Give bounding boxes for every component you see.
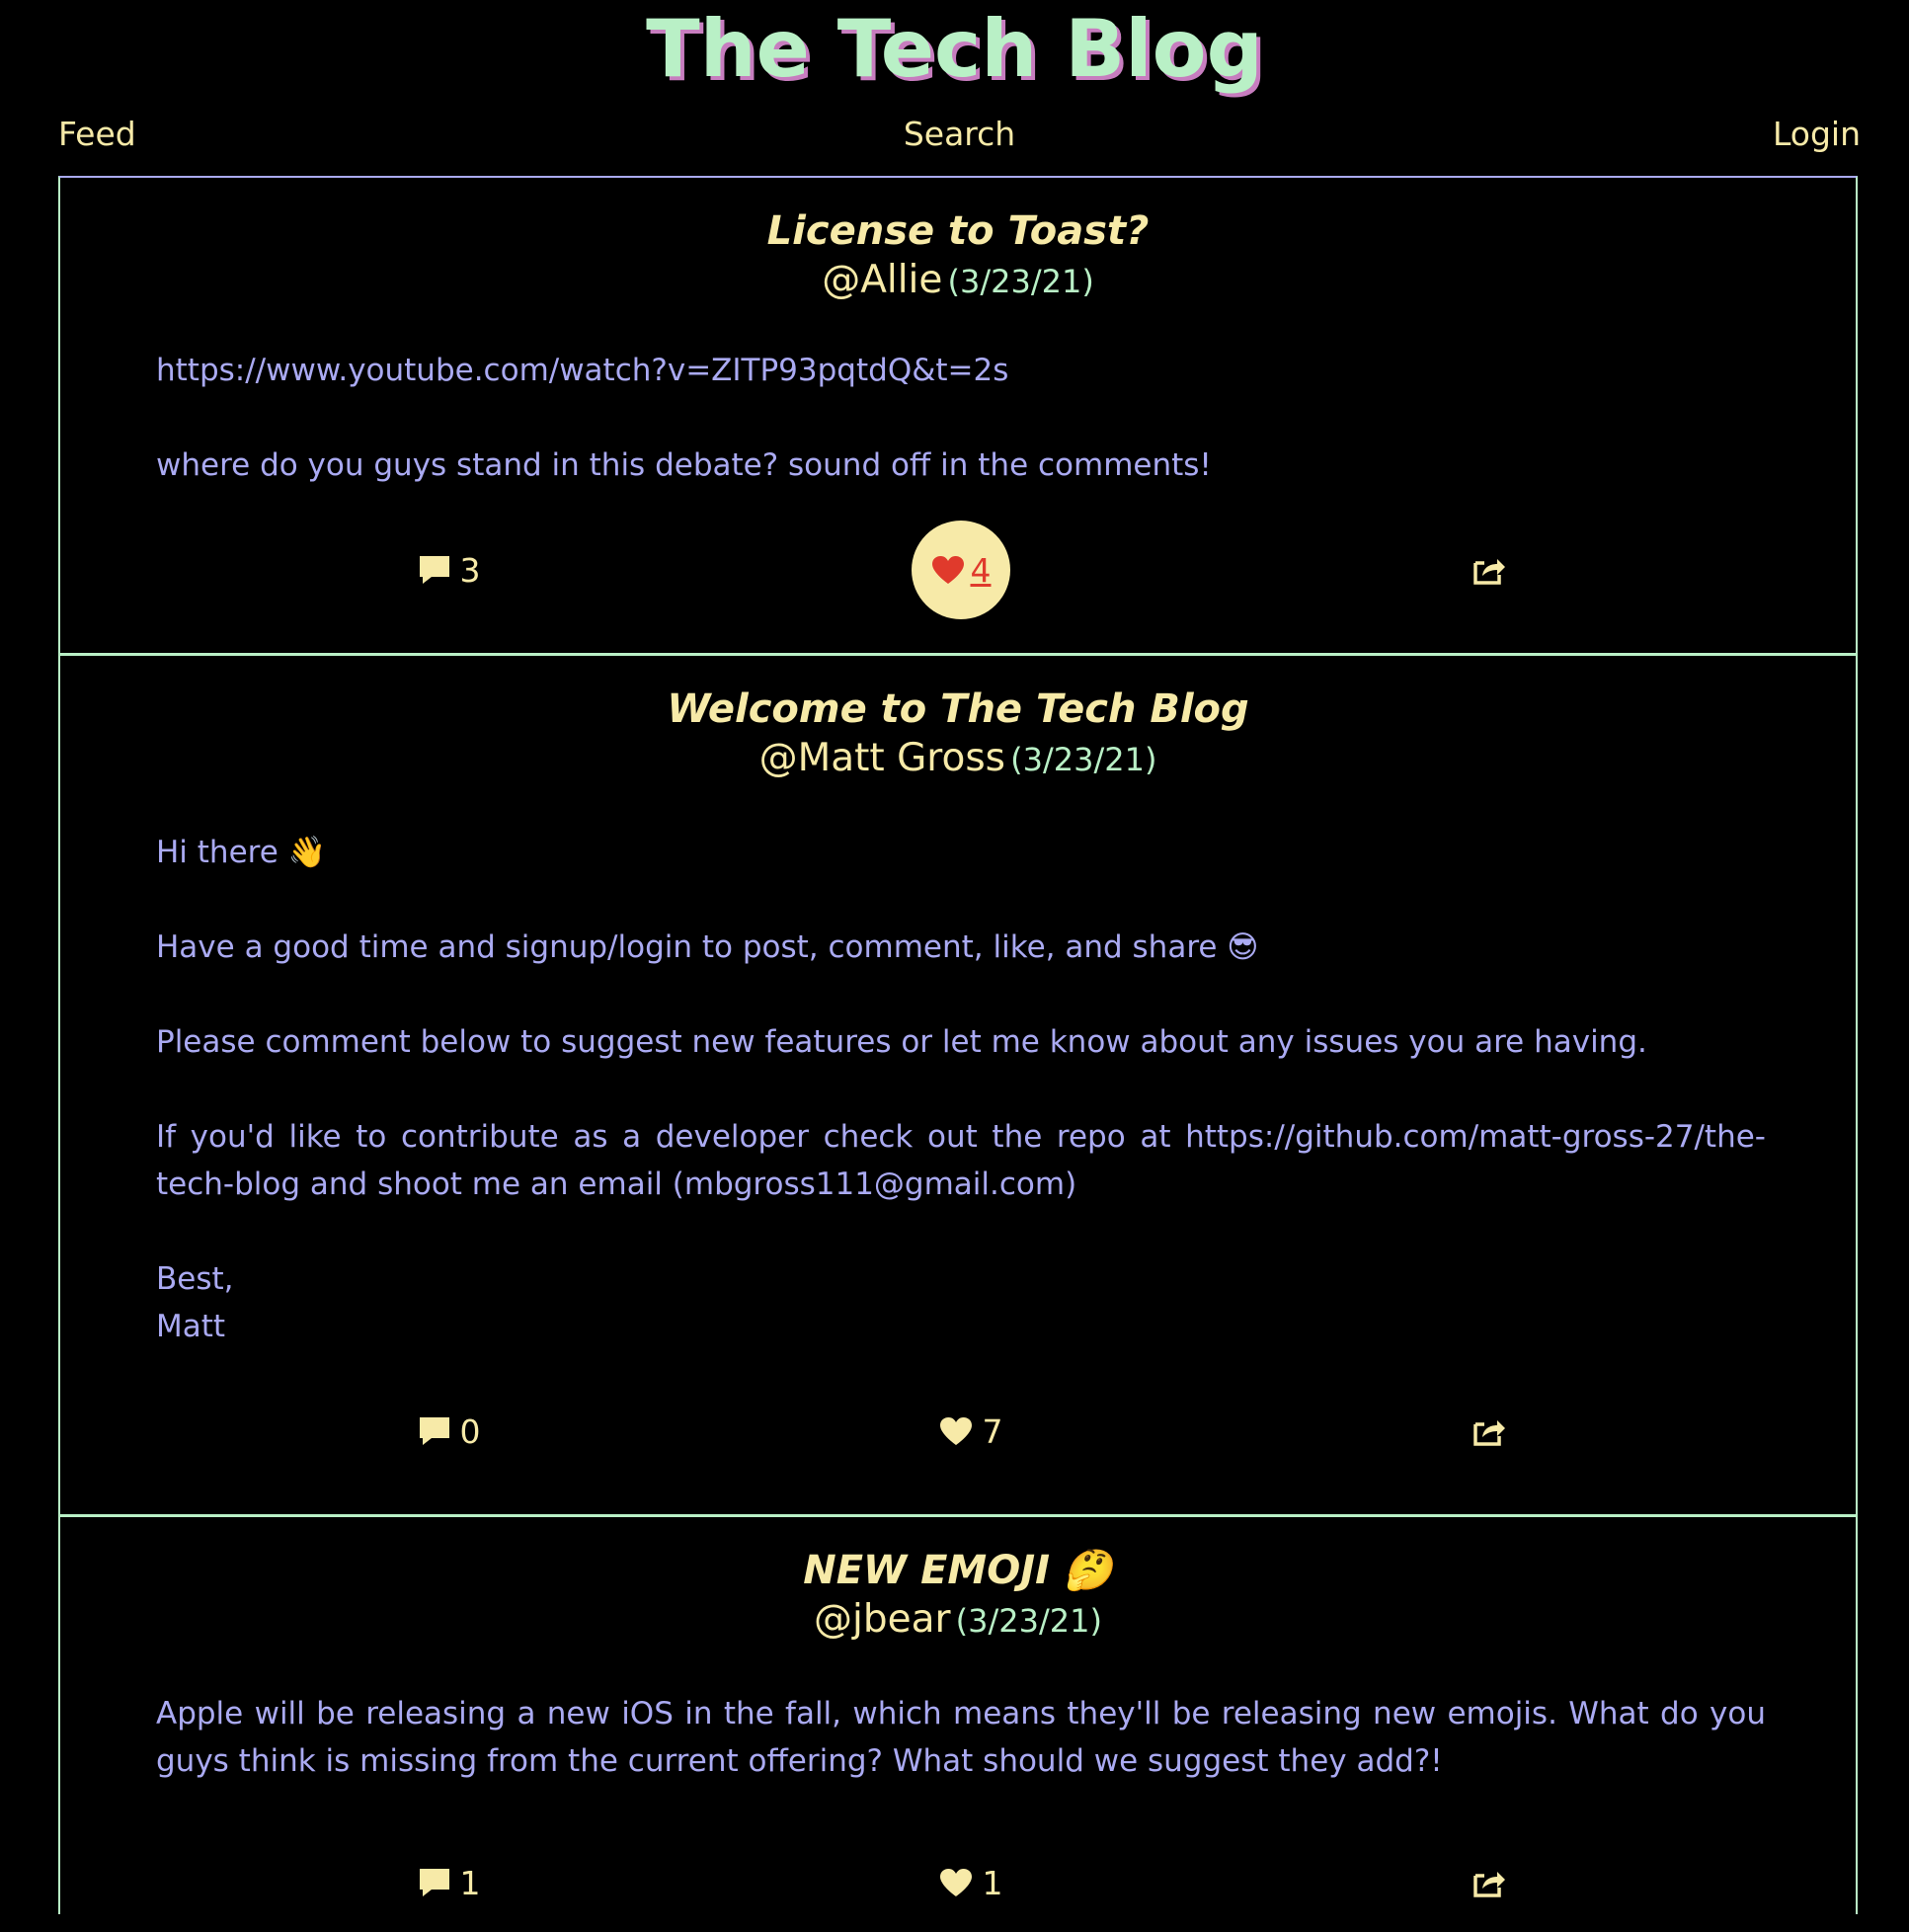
- post-body-line: https://www.youtube.com/watch?v=ZITP93pq…: [156, 353, 1009, 388]
- post-author[interactable]: @Matt Gross: [759, 736, 1005, 780]
- comment-icon: [419, 1415, 450, 1447]
- post-body: Hi there 👋 Have a good time and signup/l…: [156, 829, 1766, 1350]
- post-actions: 3 4: [60, 521, 1856, 619]
- post-body-line: Apple will be releasing a new iOS in the…: [156, 1696, 1766, 1779]
- comment-icon: [419, 1867, 450, 1898]
- share-button[interactable]: [1460, 1833, 1519, 1932]
- post-header: Welcome to The Tech Blog @Matt Gross (3/…: [60, 684, 1856, 790]
- comment-button[interactable]: 3: [390, 521, 509, 619]
- post-body-line: If you'd like to contribute as a develop…: [156, 1119, 1766, 1202]
- comment-icon: [419, 554, 450, 586]
- like-count: 7: [982, 1411, 1003, 1451]
- post-body-line: Have a good time and signup/login to pos…: [156, 929, 1259, 965]
- post-body-line: Hi there 👋: [156, 835, 327, 870]
- post-body-line: Best,: [156, 1261, 234, 1297]
- share-button[interactable]: [1460, 521, 1519, 619]
- post-card: Welcome to The Tech Blog @Matt Gross (3/…: [60, 656, 1856, 1517]
- post-header: NEW EMOJI 🤔 @jbear (3/23/21): [60, 1546, 1856, 1651]
- like-button[interactable]: 4: [912, 521, 1010, 619]
- nav-search-wrapper: Search: [58, 109, 1861, 160]
- nav-feed-link[interactable]: Feed: [58, 109, 136, 160]
- post-card: License to Toast? @Allie (3/23/21) https…: [60, 178, 1856, 656]
- post-author[interactable]: @Allie: [822, 258, 942, 302]
- share-icon: [1472, 554, 1506, 586]
- nav-login-link[interactable]: Login: [1773, 109, 1861, 160]
- post-body-line: Please comment below to suggest new feat…: [156, 1024, 1647, 1060]
- post-meta: @jbear (3/23/21): [60, 1595, 1856, 1651]
- post-body-line: where do you guys stand in this debate? …: [156, 447, 1212, 483]
- post-card: NEW EMOJI 🤔 @jbear (3/23/21) Apple will …: [60, 1517, 1856, 1916]
- comment-button[interactable]: 1: [390, 1833, 509, 1932]
- share-button[interactable]: [1460, 1382, 1519, 1481]
- post-author[interactable]: @jbear: [814, 1597, 951, 1642]
- post-meta: @Allie (3/23/21): [60, 256, 1856, 312]
- heart-icon: [939, 1868, 973, 1897]
- comment-count: 3: [459, 550, 481, 590]
- post-meta: @Matt Gross (3/23/21): [60, 734, 1856, 790]
- comment-count: 0: [459, 1411, 481, 1451]
- site-title: The Tech Blog: [646, 3, 1263, 95]
- post-body: Apple will be releasing a new iOS in the…: [156, 1690, 1766, 1785]
- post-title[interactable]: License to Toast?: [60, 206, 1856, 256]
- like-count: 4: [970, 550, 992, 590]
- post-date: (3/23/21): [1010, 741, 1157, 778]
- like-count: 1: [982, 1863, 1003, 1902]
- nav-search-link[interactable]: Search: [904, 115, 1015, 153]
- share-icon: [1472, 1415, 1506, 1447]
- comment-count: 1: [459, 1863, 481, 1902]
- post-body: https://www.youtube.com/watch?v=ZITP93pq…: [156, 347, 1766, 489]
- comment-button[interactable]: 0: [390, 1382, 509, 1481]
- top-nav: Feed Search Login: [58, 109, 1861, 160]
- post-actions: 1 1: [60, 1833, 1856, 1932]
- post-actions: 0 7: [60, 1382, 1856, 1481]
- post-title[interactable]: NEW EMOJI 🤔: [60, 1546, 1856, 1595]
- post-title[interactable]: Welcome to The Tech Blog: [60, 684, 1856, 734]
- like-button[interactable]: 7: [912, 1382, 1030, 1481]
- post-date: (3/23/21): [947, 263, 1094, 300]
- heart-icon: [931, 555, 965, 585]
- share-icon: [1472, 1867, 1506, 1898]
- post-feed: License to Toast? @Allie (3/23/21) https…: [58, 176, 1858, 1914]
- heart-icon: [939, 1416, 973, 1446]
- post-header: License to Toast? @Allie (3/23/21): [60, 206, 1856, 312]
- post-body-line: Matt: [156, 1309, 226, 1344]
- like-button[interactable]: 1: [912, 1833, 1030, 1932]
- post-date: (3/23/21): [955, 1602, 1102, 1640]
